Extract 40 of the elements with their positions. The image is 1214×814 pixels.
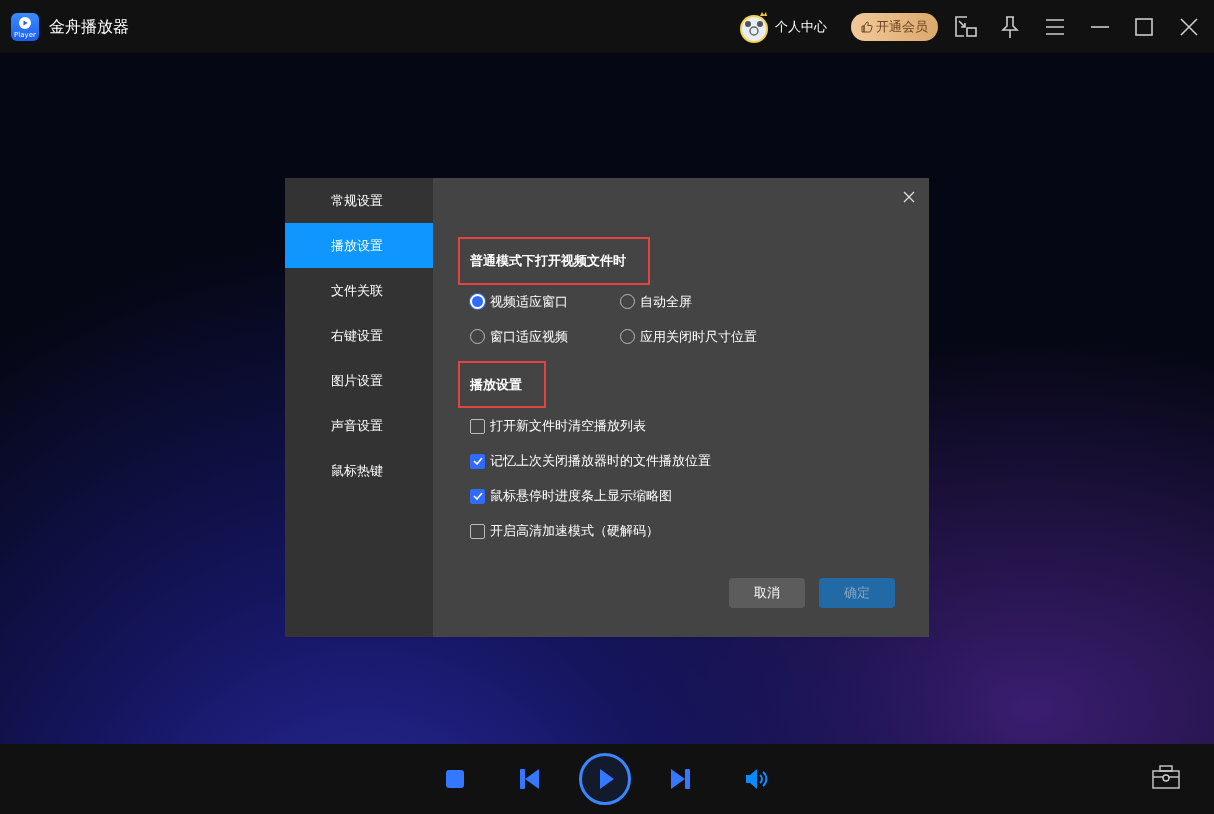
checkbox-option[interactable]: 鼠标悬停时进度条上显示缩略图 [470,486,929,506]
mini-mode-icon[interactable] [954,14,978,39]
close-icon[interactable] [1180,17,1198,36]
checkbox[interactable] [470,418,485,434]
checkbox[interactable] [470,523,485,539]
user-center-link[interactable]: 个人中心 [775,16,827,37]
radio-option[interactable]: 视频适应窗口 [470,291,620,312]
menu-icon[interactable] [1045,17,1065,36]
checkbox[interactable] [470,453,485,469]
play-icon[interactable] [579,753,631,805]
thumbs-up-icon [861,20,873,33]
section-heading: 普通模式下打开视频文件时 [458,237,650,285]
settings-nav-item[interactable]: 鼠标热键 [285,448,433,493]
settings-nav-item[interactable]: 声音设置 [285,403,433,448]
radio-option[interactable]: 自动全屏 [620,291,770,312]
settings-nav-item[interactable]: 文件关联 [285,268,433,313]
app-title: 金舟播放器 [49,15,129,38]
minimize-icon[interactable] [1090,24,1110,29]
checkbox-option[interactable]: 开启高清加速模式（硬解码） [470,521,929,541]
checkbox[interactable] [470,488,485,504]
play-circle-icon [17,15,33,30]
checkbox-option[interactable]: 记忆上次关闭播放器时的文件播放位置 [470,451,929,471]
toolbox-icon[interactable] [1152,765,1180,789]
volume-icon[interactable] [746,769,768,789]
section-heading: 播放设置 [458,360,546,408]
pin-icon[interactable] [1000,14,1020,39]
next-icon[interactable] [671,769,690,789]
checkmark-icon [472,457,483,465]
radio-option[interactable]: 窗口适应视频 [470,326,620,347]
maximize-icon[interactable] [1135,17,1153,36]
settings-nav-item[interactable]: 右键设置 [285,313,433,358]
checkmark-icon [472,492,483,500]
previous-icon[interactable] [520,769,539,789]
checkbox-option[interactable]: 打开新文件时清空播放列表 [470,416,929,436]
vip-button[interactable]: 开通会员 [851,12,938,41]
cancel-button[interactable]: 取消 [729,578,805,608]
settings-nav-item[interactable]: 常规设置 [285,178,433,223]
radio-option[interactable]: 应用关闭时尺寸位置 [620,326,770,347]
close-icon[interactable] [903,191,915,203]
settings-nav-item[interactable]: 图片设置 [285,358,433,403]
